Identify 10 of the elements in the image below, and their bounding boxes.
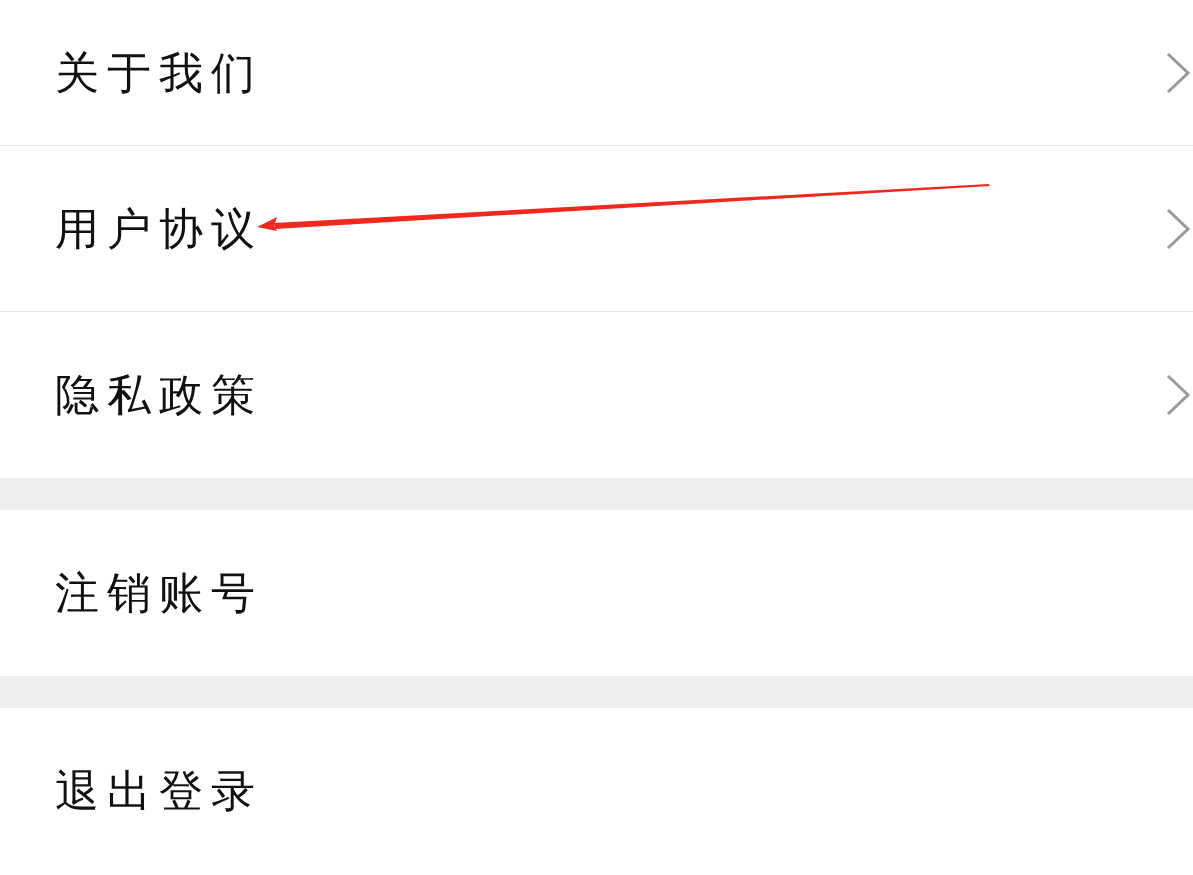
settings-item[interactable]: 关于我们 <box>0 0 1193 146</box>
settings-item[interactable]: 隐私政策 <box>0 312 1193 478</box>
settings-item[interactable]: 退出登录 <box>0 708 1193 874</box>
settings-item[interactable]: 注销账号 <box>0 510 1193 676</box>
settings-item[interactable]: 用户协议 <box>0 146 1193 312</box>
item-label: 隐私政策 <box>55 368 263 422</box>
item-label: 关于我们 <box>55 45 263 100</box>
item-label: 退出登录 <box>55 764 263 818</box>
item-label: 用户协议 <box>55 201 263 256</box>
item-label: 注销账号 <box>55 566 263 620</box>
